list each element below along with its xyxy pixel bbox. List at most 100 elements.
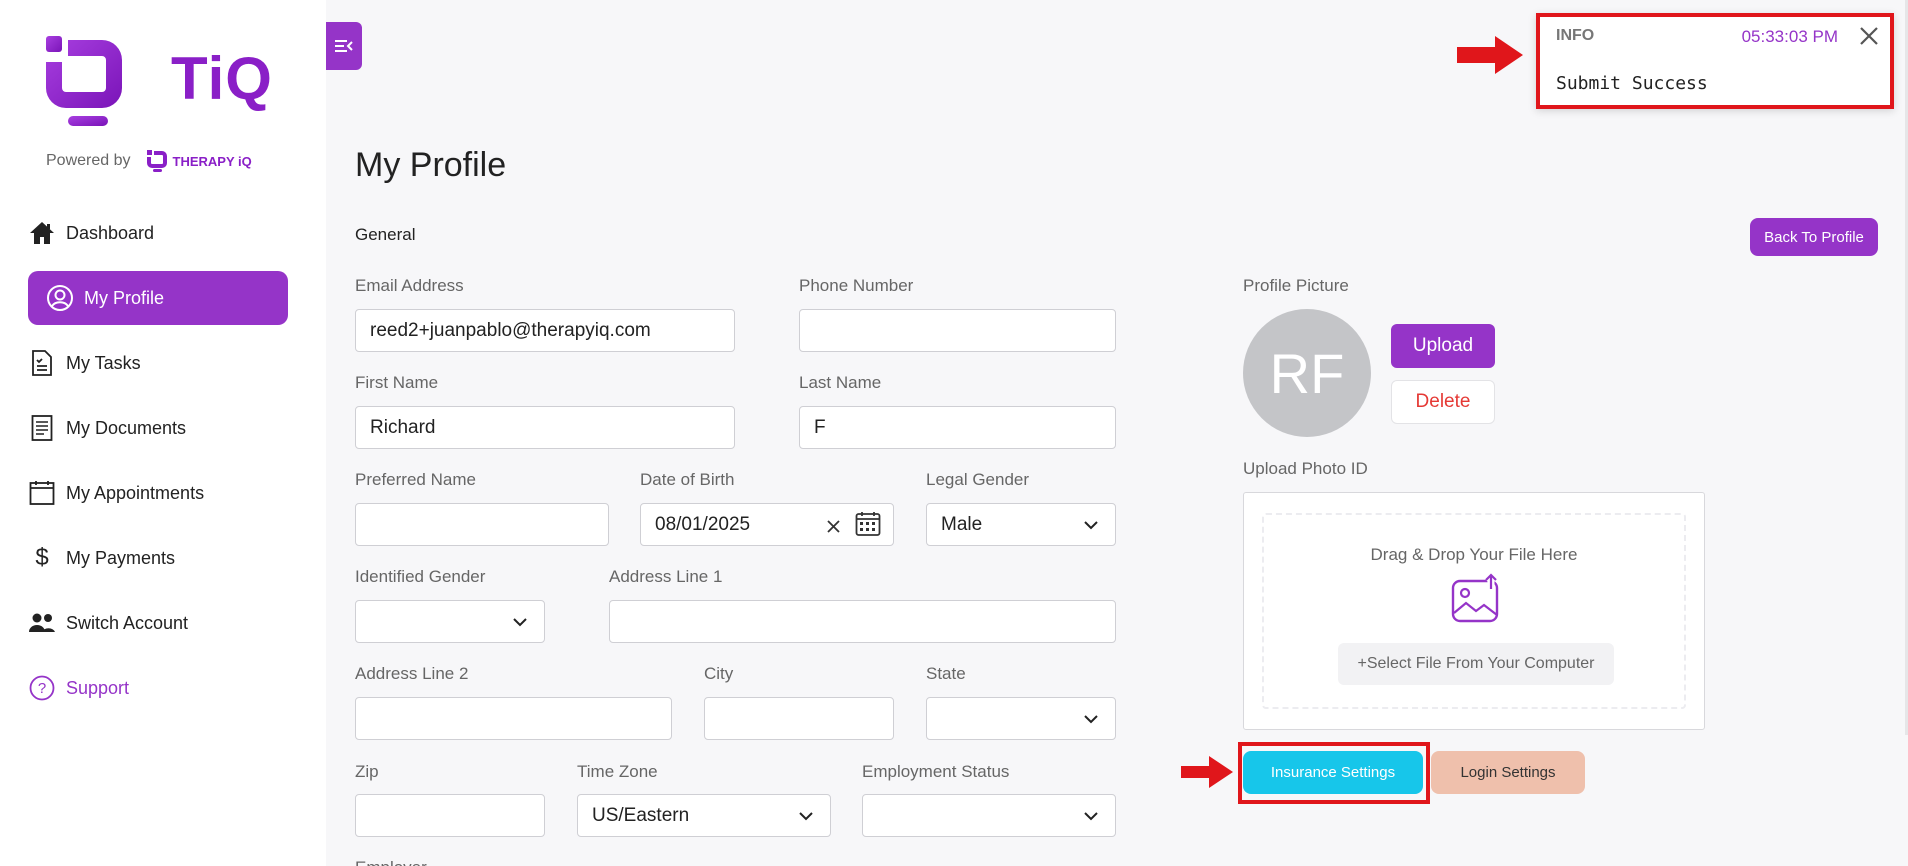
sidebar-item-label: My Appointments xyxy=(66,482,205,503)
employer-label: Employer xyxy=(355,858,427,866)
last-name-label: Last Name xyxy=(799,373,882,392)
last-name-field[interactable]: F xyxy=(799,406,1116,449)
sidebar-item-my-payments[interactable]: $ My Payments xyxy=(28,531,288,585)
brand-q-icon xyxy=(146,150,167,172)
chevron-down-icon xyxy=(1084,812,1098,821)
legal-gender-label: Legal Gender xyxy=(926,470,1030,489)
identified-gender-select[interactable] xyxy=(355,600,545,643)
sidebar-item-label: My Documents xyxy=(66,417,187,438)
sidebar-item-my-documents[interactable]: My Documents xyxy=(28,401,288,455)
city-field[interactable] xyxy=(704,697,894,740)
help-icon: ? xyxy=(28,674,56,702)
chevron-down-icon xyxy=(513,618,527,627)
city-label: City xyxy=(704,664,734,683)
toast-type: INFO xyxy=(1556,27,1595,44)
time-zone-label: Time Zone xyxy=(577,762,658,781)
close-icon[interactable] xyxy=(1856,23,1882,49)
photo-id-dropzone[interactable]: Drag & Drop Your File Here +Select File … xyxy=(1243,492,1705,730)
task-icon xyxy=(28,349,56,377)
logo-q-icon xyxy=(46,36,122,126)
sidebar-item-my-tasks[interactable]: My Tasks xyxy=(28,336,288,390)
address2-field[interactable] xyxy=(355,697,672,740)
sidebar-nav: Dashboard My Profile My Tasks My Documen… xyxy=(28,206,288,726)
red-arrow-annotation xyxy=(1457,36,1523,74)
sidebar-item-my-profile[interactable]: My Profile xyxy=(28,271,288,325)
insurance-settings-button[interactable]: Insurance Settings xyxy=(1243,751,1423,794)
avatar: RF xyxy=(1243,309,1371,437)
identified-gender-label: Identified Gender xyxy=(355,567,486,586)
toast-message: Submit Success xyxy=(1556,73,1708,94)
powered-by: Powered by THERAPY iQ xyxy=(46,150,252,172)
svg-text:?: ? xyxy=(38,680,46,697)
legal-gender-value: Male xyxy=(941,513,983,535)
time-zone-select[interactable]: US/Eastern xyxy=(577,794,831,837)
upload-photo-id-label: Upload Photo ID xyxy=(1243,459,1368,478)
sidebar-item-label: My Tasks xyxy=(66,352,141,373)
dob-field[interactable]: 08/01/2025 xyxy=(640,503,894,546)
phone-label: Phone Number xyxy=(799,276,914,295)
user-circle-icon xyxy=(46,284,74,312)
phone-field[interactable] xyxy=(799,309,1116,352)
therapy-iq-brand: THERAPY iQ xyxy=(146,150,252,172)
brand-name: THERAPY iQ xyxy=(172,153,252,169)
employment-status-label: Employment Status xyxy=(862,762,1010,781)
sidebar-item-switch-account[interactable]: Switch Account xyxy=(28,596,288,650)
image-upload-icon xyxy=(1451,573,1499,623)
login-settings-button[interactable]: Login Settings xyxy=(1431,751,1585,794)
sidebar-item-label: My Payments xyxy=(66,547,176,568)
select-file-button[interactable]: +Select File From Your Computer xyxy=(1338,643,1614,685)
app-logo[interactable]: TiQ xyxy=(46,36,276,131)
page-title: My Profile xyxy=(355,146,507,184)
section-title: General xyxy=(355,225,416,244)
drop-text: Drag & Drop Your File Here xyxy=(1370,545,1578,564)
sidebar-item-support[interactable]: ? Support xyxy=(28,661,288,715)
dropzone-inner: Drag & Drop Your File Here +Select File … xyxy=(1262,513,1686,709)
document-icon xyxy=(28,414,56,442)
legal-gender-select[interactable]: Male xyxy=(926,503,1116,546)
back-to-profile-button[interactable]: Back To Profile xyxy=(1750,218,1878,256)
clear-icon[interactable] xyxy=(827,520,840,533)
zip-field[interactable] xyxy=(355,794,545,837)
preferred-name-label: Preferred Name xyxy=(355,470,476,489)
chevron-down-icon xyxy=(1084,715,1098,724)
address2-label: Address Line 2 xyxy=(355,664,469,683)
sidebar-item-my-appointments[interactable]: My Appointments xyxy=(28,466,288,520)
dob-value: 08/01/2025 xyxy=(655,513,751,535)
dollar-icon: $ xyxy=(35,544,49,571)
red-arrow-annotation xyxy=(1181,756,1233,788)
powered-by-label: Powered by xyxy=(46,152,131,169)
employment-status-select[interactable] xyxy=(862,794,1116,837)
toast-time: 05:33:03 PM xyxy=(1741,27,1838,46)
sidebar-item-label: Support xyxy=(66,677,130,698)
sidebar-toggle-button[interactable] xyxy=(326,22,362,70)
first-name-field[interactable]: Richard xyxy=(355,406,735,449)
dob-label: Date of Birth xyxy=(640,470,735,489)
users-icon xyxy=(28,609,56,637)
first-name-label: First Name xyxy=(355,373,439,392)
chevron-down-icon xyxy=(1084,521,1098,530)
upload-button[interactable]: Upload xyxy=(1391,324,1495,368)
sidebar-item-dashboard[interactable]: Dashboard xyxy=(28,206,288,260)
state-label: State xyxy=(926,664,966,683)
sidebar-item-label: Dashboard xyxy=(66,222,155,243)
email-label: Email Address xyxy=(355,276,464,295)
sidebar: TiQ Powered by THERAPY iQ Dashboard My P… xyxy=(0,0,326,866)
address1-field[interactable] xyxy=(609,600,1116,643)
address1-label: Address Line 1 xyxy=(609,567,723,586)
profile-picture-label: Profile Picture xyxy=(1243,276,1349,295)
toast-notification: INFO 05:33:03 PM Submit Success xyxy=(1536,13,1894,109)
chevron-down-icon xyxy=(799,812,813,821)
zip-label: Zip xyxy=(355,762,379,781)
collapse-menu-icon xyxy=(335,40,353,52)
sidebar-item-label: My Profile xyxy=(84,287,165,308)
calendar-picker-icon[interactable] xyxy=(855,511,881,537)
sidebar-item-label: Switch Account xyxy=(66,612,189,633)
time-zone-value: US/Eastern xyxy=(592,804,690,826)
delete-button[interactable]: Delete xyxy=(1391,380,1495,424)
state-select[interactable] xyxy=(926,697,1116,740)
calendar-icon xyxy=(28,479,56,507)
email-field[interactable]: reed2+juanpablo@therapyiq.com xyxy=(355,309,735,352)
logo-text: TiQ xyxy=(171,45,273,112)
home-icon xyxy=(28,219,56,247)
preferred-name-field[interactable] xyxy=(355,503,609,546)
